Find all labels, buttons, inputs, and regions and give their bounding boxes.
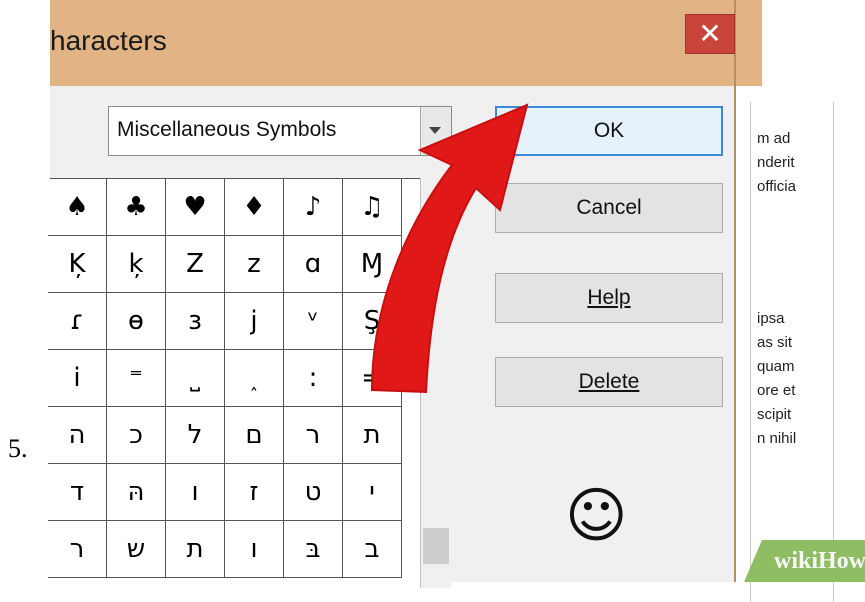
annotation-arrow [370, 103, 529, 394]
wikihow-watermark: wikiHow [774, 548, 865, 574]
arrow-shape [370, 103, 529, 394]
